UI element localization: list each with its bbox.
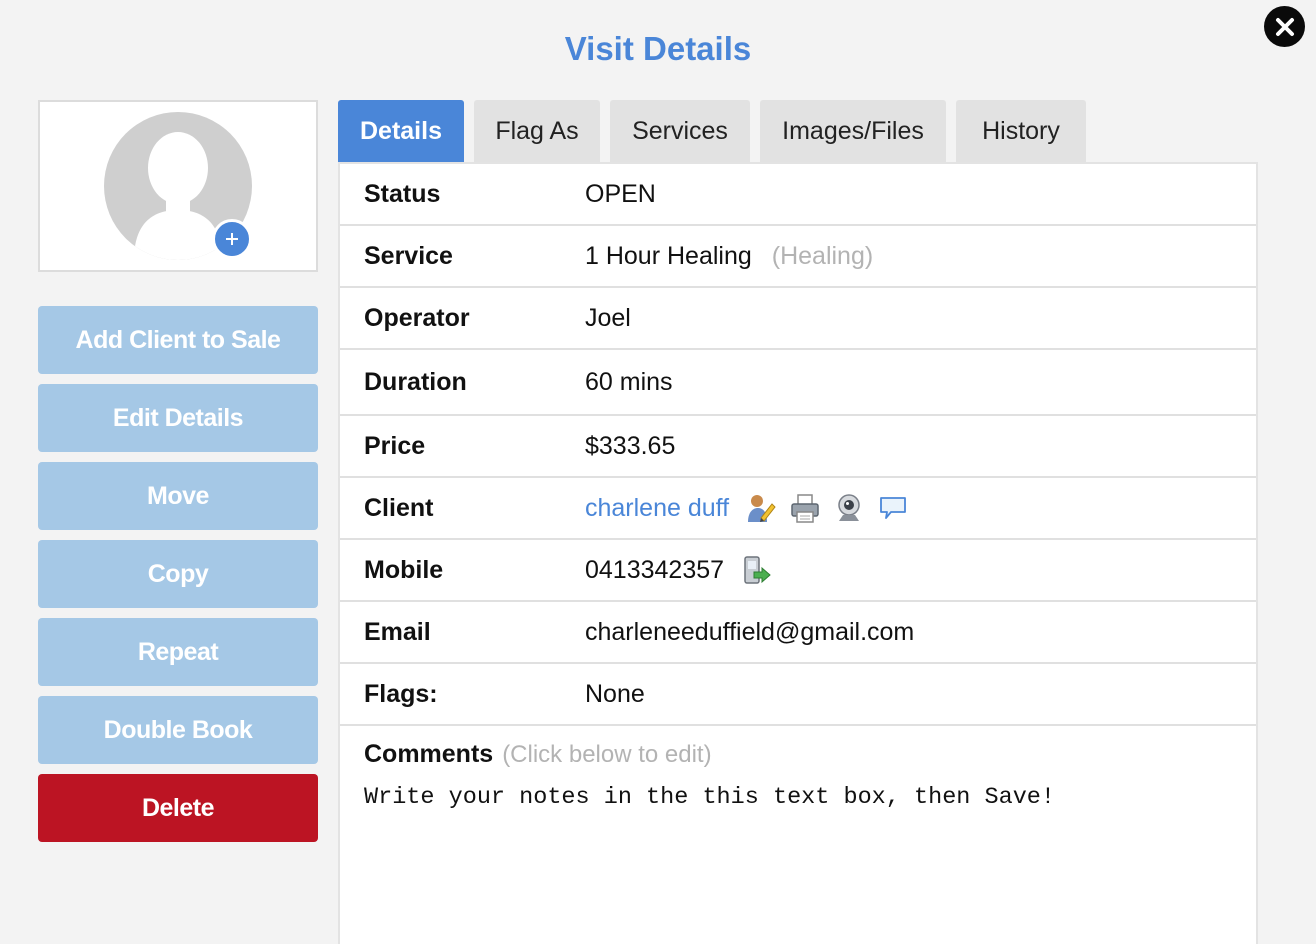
- comments-hint: (Click below to edit): [502, 741, 712, 768]
- details-panel: Status OPEN Service 1 Hour Healing (Heal…: [338, 162, 1258, 944]
- double-book-button[interactable]: Double Book: [38, 696, 318, 764]
- duration-label: Duration: [364, 367, 467, 396]
- service-label: Service: [364, 241, 453, 270]
- client-name-link[interactable]: charlene duff: [585, 494, 729, 523]
- flags-label: Flags:: [364, 679, 438, 708]
- print-icon[interactable]: [789, 492, 821, 524]
- repeat-button[interactable]: Repeat: [38, 618, 318, 686]
- email-link[interactable]: charleneeduffield@gmail.com: [585, 618, 914, 647]
- status-label: Status: [364, 179, 441, 208]
- price-value: $333.65: [585, 431, 676, 460]
- move-button[interactable]: Move: [38, 462, 318, 530]
- send-sms-icon[interactable]: [740, 554, 772, 586]
- flags-value: None: [585, 679, 645, 708]
- email-label: Email: [364, 617, 431, 646]
- flags-row: Flags: None: [340, 664, 1256, 726]
- duration-value: 60 mins: [585, 367, 673, 396]
- client-row: Client charlene duff: [340, 478, 1256, 540]
- tab-images-files[interactable]: Images/Files: [760, 100, 946, 162]
- modal-title: Visit Details: [564, 30, 752, 67]
- mobile-label: Mobile: [364, 555, 444, 584]
- service-row: Service 1 Hour Healing (Healing): [340, 226, 1256, 288]
- service-name: 1 Hour Healing: [585, 241, 752, 270]
- edit-client-icon[interactable]: [745, 492, 777, 524]
- comments-textbox[interactable]: Write your notes in the this text box, t…: [364, 784, 1224, 811]
- delete-button[interactable]: Delete: [38, 774, 318, 842]
- edit-details-button[interactable]: Edit Details: [38, 384, 318, 452]
- service-category: (Healing): [771, 241, 874, 270]
- mobile-value: 0413342357: [585, 554, 772, 586]
- status-value: OPEN: [585, 179, 656, 208]
- mobile-row: Mobile 0413342357: [340, 540, 1256, 602]
- operator-row: Operator Joel: [340, 288, 1256, 350]
- tab-flag-as[interactable]: Flag As: [474, 100, 600, 162]
- email-row: Email charleneeduffield@gmail.com: [340, 602, 1256, 664]
- add-client-to-sale-button[interactable]: Add Client to Sale: [38, 306, 318, 374]
- webcam-icon[interactable]: [833, 492, 865, 524]
- comments-header: Comments (Click below to edit): [364, 740, 712, 769]
- price-row: Price $333.65: [340, 416, 1256, 478]
- price-label: Price: [364, 431, 426, 460]
- plus-icon: [226, 233, 238, 245]
- mobile-number: 0413342357: [585, 555, 725, 584]
- avatar: [38, 100, 318, 272]
- duration-row: Duration 60 mins: [340, 350, 1256, 416]
- status-row: Status OPEN: [340, 164, 1256, 226]
- add-photo-button[interactable]: [212, 219, 252, 259]
- tab-history[interactable]: History: [956, 100, 1086, 162]
- operator-value: Joel: [585, 303, 631, 332]
- comments-label: Comments: [364, 740, 494, 768]
- tab-details[interactable]: Details: [338, 100, 464, 162]
- client-value: charlene duff: [585, 492, 909, 524]
- client-label: Client: [364, 493, 434, 522]
- copy-button[interactable]: Copy: [38, 540, 318, 608]
- operator-label: Operator: [364, 303, 470, 332]
- service-value: 1 Hour Healing (Healing): [585, 242, 873, 271]
- message-icon[interactable]: [877, 492, 909, 524]
- tab-services[interactable]: Services: [610, 100, 750, 162]
